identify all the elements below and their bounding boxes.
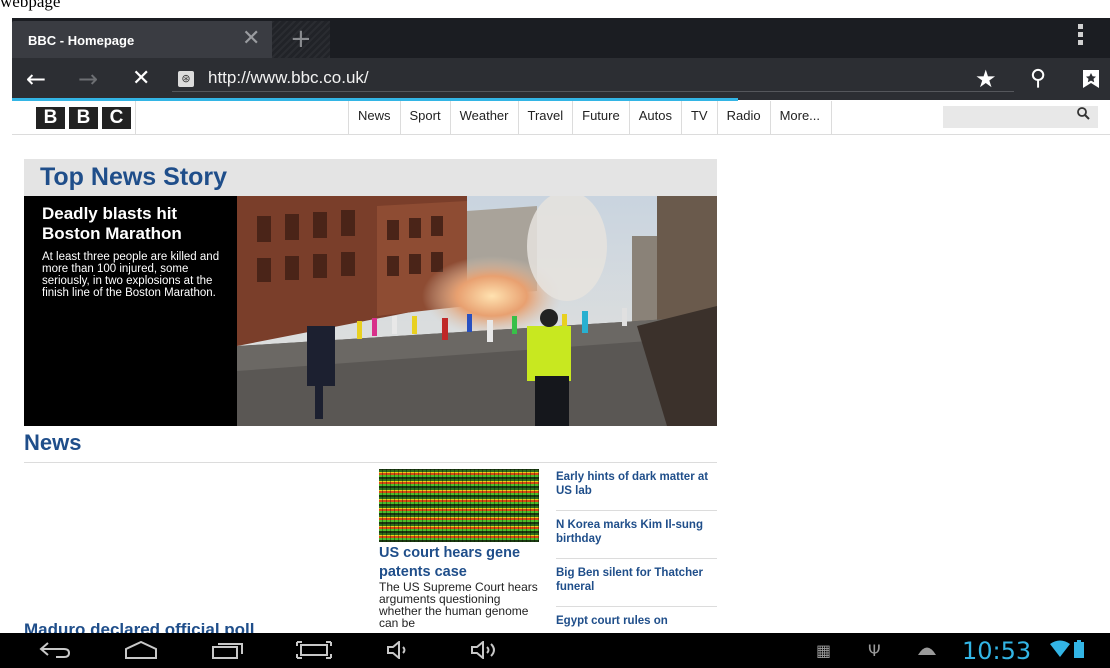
bookmark-star-icon[interactable]: ★ [975, 64, 997, 94]
feature-summary: The US Supreme Court hears arguments que… [379, 580, 538, 630]
bbc-nav-items: News Sport Weather Travel Future Autos T… [348, 101, 832, 135]
news-headlines-list: Early hints of dark matter at US lab N K… [556, 463, 717, 655]
top-story-summary: At least three people are killed and mor… [42, 251, 220, 299]
wifi-icon [1050, 640, 1070, 662]
volume-down-icon[interactable] [386, 639, 412, 663]
recent-apps-icon[interactable] [212, 641, 244, 663]
android-debug-icon [916, 641, 938, 660]
top-story-photo[interactable] [237, 196, 717, 426]
url-field[interactable]: ⊛ http://www.bbc.co.uk/ [172, 66, 1014, 92]
section-title: News [24, 430, 82, 455]
site-favicon-icon: ⊛ [178, 71, 194, 87]
feature-headline[interactable]: US court hears gene patents case [379, 544, 539, 582]
top-story-headline[interactable]: Deadly blasts hit Boston Marathon [42, 204, 232, 244]
headline-link[interactable]: N Korea marks Kim Il-sung birthday [556, 511, 717, 559]
screenshot-icon[interactable] [296, 641, 332, 663]
battery-icon [1074, 640, 1084, 662]
nav-travel[interactable]: Travel [517, 101, 573, 135]
divider [135, 101, 136, 135]
top-story-header: Top News Story [24, 159, 717, 196]
nav-tv[interactable]: TV [680, 101, 717, 135]
plus-icon: + [290, 24, 312, 54]
sd-card-icon: ▦ [816, 641, 832, 660]
bbc-logo[interactable]: BBC [36, 107, 131, 129]
close-tab-icon[interactable]: ✕ [242, 26, 260, 51]
volume-up-icon[interactable] [470, 639, 504, 663]
headline-link[interactable]: Big Ben silent for Thatcher funeral [556, 559, 717, 607]
headline-link[interactable]: Early hints of dark matter at US lab [556, 463, 717, 511]
new-tab-button[interactable]: + [272, 21, 330, 58]
back-icon[interactable]: ← [26, 64, 46, 94]
overflow-menu-icon[interactable] [1078, 24, 1086, 46]
nav-news[interactable]: News [348, 101, 400, 135]
page-caption: webpage [0, 0, 61, 11]
nav-future[interactable]: Future [572, 101, 629, 135]
search-icon[interactable] [1077, 107, 1090, 124]
dna-gel-image[interactable] [379, 469, 539, 542]
bbc-search-input[interactable] [943, 106, 1098, 128]
nav-more[interactable]: More... [769, 101, 832, 135]
clock: 10:53 [962, 637, 1032, 665]
section-title: Top News Story [40, 163, 228, 191]
system-nav-bar [0, 633, 1110, 668]
forward-icon[interactable]: → [78, 64, 98, 94]
nav-sport[interactable]: Sport [399, 101, 450, 135]
tab-title: BBC - Homepage [28, 33, 135, 48]
nav-radio[interactable]: Radio [716, 101, 770, 135]
stop-loading-icon[interactable]: ✕ [132, 64, 150, 94]
nav-autos[interactable]: Autos [628, 101, 681, 135]
nav-weather[interactable]: Weather [449, 101, 518, 135]
url-text: http://www.bbc.co.uk/ [208, 68, 369, 87]
back-icon[interactable] [38, 641, 72, 663]
usb-icon: Ψ [868, 641, 881, 660]
home-icon[interactable] [124, 640, 158, 663]
browser-tab[interactable]: BBC - Homepage ✕ [12, 21, 280, 58]
search-icon[interactable]: ⚲ [1030, 64, 1046, 94]
bookmarks-icon[interactable] [1082, 66, 1100, 96]
